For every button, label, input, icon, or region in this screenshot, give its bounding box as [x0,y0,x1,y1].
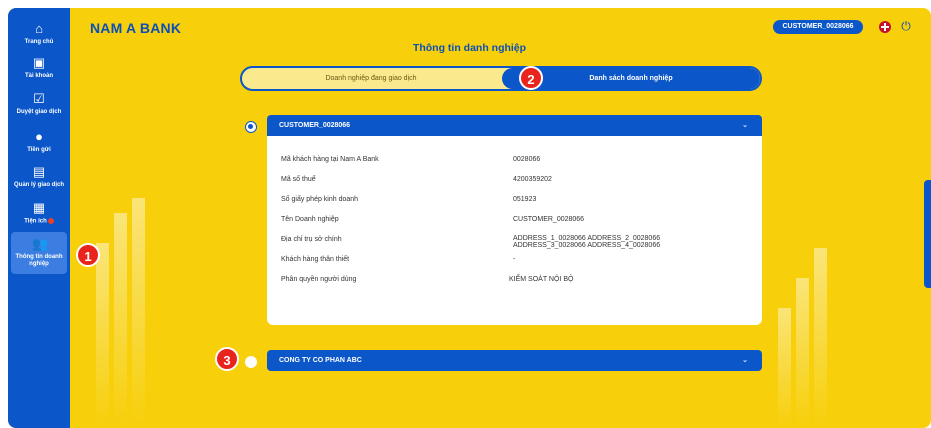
sidebar-item-approve[interactable]: ☑ Duyệt giao dịch [11,92,67,128]
detail-value: 4200359202 [513,176,552,183]
sidebar-item-label: Tài khoản [24,73,53,79]
decor-bar [132,198,145,428]
tab-current-company[interactable]: Doanh nghiệp đang giao dịch [242,68,500,89]
company-card-header[interactable]: CONG TY CO PHAN ABC ⌄ [267,350,762,371]
tab-bar: Doanh nghiệp đang giao dịch Danh sách do… [240,66,762,91]
company-radio[interactable] [245,356,257,368]
step-marker-1: 1 [76,243,100,267]
sidebar-item-label: Duyệt giao dịch [16,109,62,115]
detail-label: Địa chỉ trụ sở chính [281,236,342,243]
page-title: Thông tin danh nghiệp [412,42,527,54]
uk-flag-icon[interactable] [879,21,891,33]
sidebar-item-account[interactable]: ▣ Tài khoản [11,56,67,92]
sidebar-item-transactions[interactable]: ▤ Quản lý giao dịch [11,165,67,201]
transaction-icon: ▤ [32,164,46,179]
decor-bar [114,213,127,428]
grid-icon: ▦ [32,200,46,215]
sidebar-item-label: Thông tin doanh nghiệp [15,254,63,267]
home-icon: ⌂ [35,21,43,36]
chevron-down-icon[interactable]: ⌄ [742,350,748,371]
decor-bar [796,278,809,428]
company-radio-selected[interactable] [245,121,257,133]
step-marker-2: 2 [519,66,543,90]
sidebar-item-deposit[interactable]: ● Tiền gửi [11,130,67,166]
sidebar-item-label: Tiện ích [24,218,47,225]
power-icon[interactable]: ⏻ [899,19,913,33]
sidebar-item-label: Quản lý giao dịch [13,182,64,188]
detail-label: Số giấy phép kinh doanh [281,196,359,203]
detail-value: 0028066 [513,156,541,163]
piggy-bank-icon: ● [35,129,43,144]
decor-bar [814,248,827,428]
detail-value: KIỂM SOÁT NỘI BỘ [509,276,574,283]
chevron-down-icon[interactable]: ⌄ [742,115,748,136]
sidebar-item-company-info[interactable]: 👥 Thông tin doanh nghiệp [11,232,67,274]
company-card-header[interactable]: CUSTOMER_0028066 ⌄ [267,115,762,136]
detail-value: 051923 [513,196,537,203]
app-frame: ⌂ Trang chủ ▣ Tài khoản ☑ Duyệt giao dịc… [8,8,931,428]
sidebar-item-label: Tiền gửi [27,147,51,153]
detail-label: Phân quyền người dùng [281,276,357,283]
detail-label: Khách hàng thân thiết [281,256,350,263]
company-name: CUSTOMER_0028066 [279,122,351,129]
sidebar: ⌂ Trang chủ ▣ Tài khoản ☑ Duyệt giao dịc… [8,8,70,428]
bank-logo[interactable]: NAM A BANK [90,20,181,36]
detail-label: Mã khách hàng tại Nam A Bank [281,156,379,163]
wallet-icon: ▣ [32,55,46,70]
detail-label: Tên Doanh nghiệp [281,216,339,223]
detail-value: ADDRESS_3_0028066 ADDRESS_4_0028066 [513,242,661,249]
company-details-card: Mã khách hàng tại Nam A Bank 0028066 Mã … [267,136,762,325]
people-icon: 👥 [32,236,49,251]
side-panel-handle[interactable] [924,180,931,288]
detail-value: - [513,256,516,263]
step-marker-3: 3 [215,347,239,371]
detail-label: Mã số thuế [281,176,316,183]
approve-icon: ☑ [33,91,45,106]
detail-value: CUSTOMER_0028066 [513,216,585,223]
decor-bar [96,243,109,428]
new-badge [47,218,54,224]
company-name: CONG TY CO PHAN ABC [279,357,362,364]
decor-bar [778,308,791,428]
customer-id-badge[interactable]: CUSTOMER_0028066 [773,20,863,34]
